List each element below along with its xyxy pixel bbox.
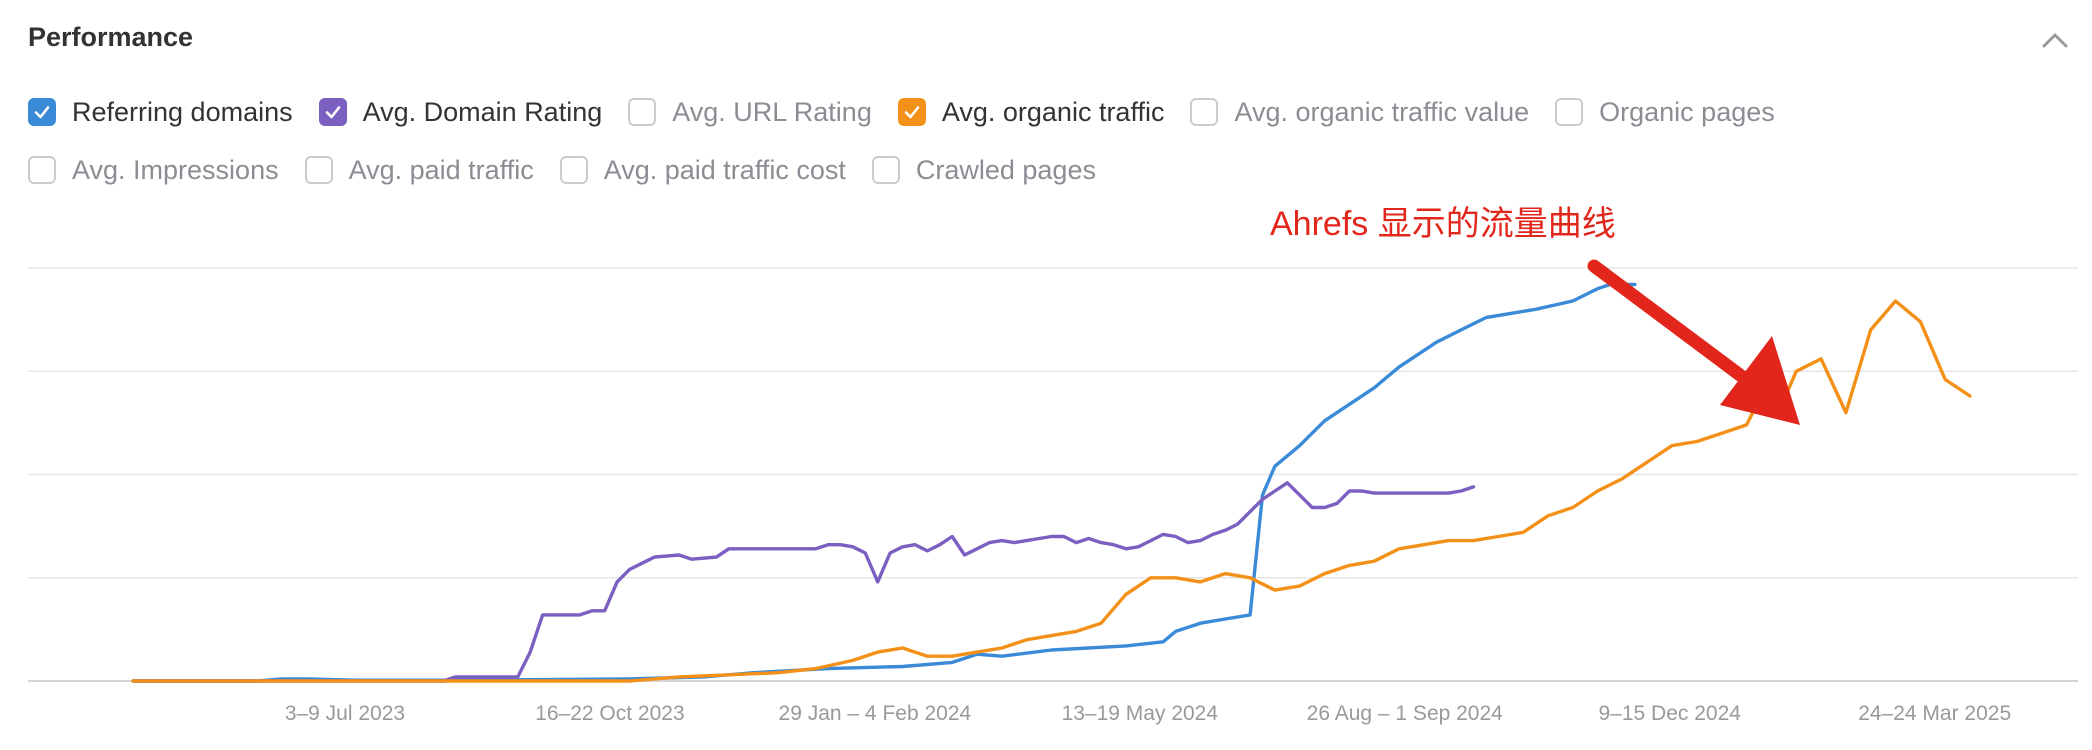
- performance-chart: 3–9 Jul 2023 16–22 Oct 2023 29 Jan – 4 Feb…: [28, 259, 2078, 725]
- series-line-referring-domains: [131, 282, 1637, 683]
- x-tick-label: 9–15 Dec 2024: [1598, 702, 1741, 725]
- x-tick-label: 26 Aug – 1 Sep 2024: [1307, 702, 1503, 725]
- series-line-avg-domain-rating: [131, 481, 1476, 683]
- annotation-arrow-icon: [1587, 259, 1800, 425]
- annotation-text: Ahrefs 显示的流量曲线: [1270, 205, 1616, 243]
- x-tick-label: 24–24 Mar 2025: [1858, 702, 2011, 725]
- x-tick-label: 29 Jan – 4 Feb 2024: [779, 702, 972, 725]
- x-tick-label: 3–9 Jul 2023: [285, 702, 405, 725]
- series-line-avg-organic-traffic: [131, 299, 1972, 683]
- x-tick-label: 16–22 Oct 2023: [535, 702, 684, 725]
- x-tick-label: 13–19 May 2024: [1062, 702, 1219, 725]
